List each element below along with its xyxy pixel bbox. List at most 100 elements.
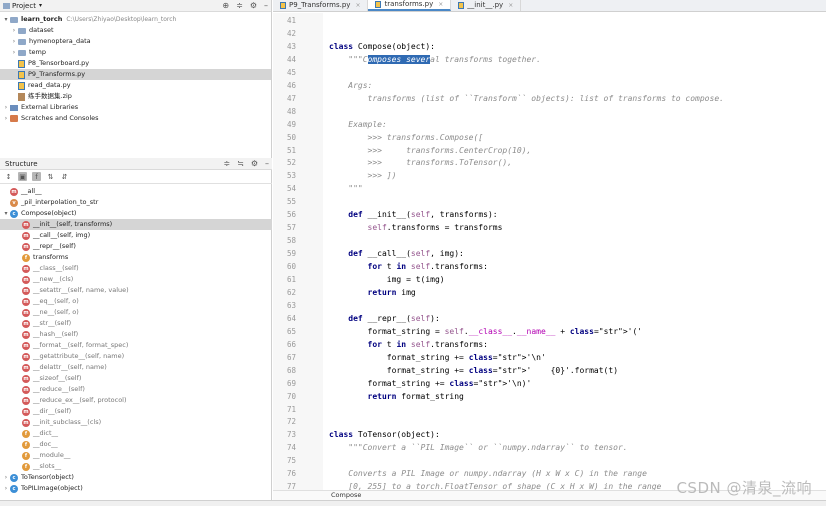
code-area[interactable]: class Compose(object): """Composes sever…	[323, 13, 826, 493]
code-line[interactable]: def __call__(self, img):	[329, 249, 464, 258]
structure-item[interactable]: f __slots__	[0, 461, 272, 472]
code-line[interactable]: def __init__(self, transforms):	[329, 210, 497, 219]
structure-item[interactable]: m __format__(self, format_spec)	[0, 340, 272, 351]
code-line[interactable]: class ToTensor(object):	[329, 430, 440, 439]
editor-tabs: P9_Transforms.py × transforms.py × __init__.…	[273, 0, 826, 12]
gear-icon[interactable]: ⚙	[251, 159, 258, 168]
structure-item[interactable]: m __reduce_ex__(self, protocol)	[0, 395, 272, 406]
chevron-right-icon[interactable]: ›	[2, 102, 10, 113]
code-line[interactable]: transforms (list of ``Transform`` object…	[329, 94, 724, 103]
project-item[interactable]: › dataset	[0, 25, 271, 36]
structure-item[interactable]: m __getattribute__(self, name)	[0, 351, 272, 362]
code-line[interactable]: """	[329, 184, 362, 193]
structure-item[interactable]: m __new__(cls)	[0, 274, 272, 285]
structure-item[interactable]: m __ne__(self, o)	[0, 307, 272, 318]
structure-item[interactable]: m __class__(self)	[0, 263, 272, 274]
code-line[interactable]: class Compose(object):	[329, 42, 435, 51]
structure-item[interactable]: m __setattr__(self, name, value)	[0, 285, 272, 296]
project-panel-title[interactable]: Project	[12, 2, 36, 10]
breadcrumb-item[interactable]: Compose	[331, 491, 361, 499]
gear-icon[interactable]: ⚙	[250, 1, 257, 10]
structure-item[interactable]: f __module__	[0, 450, 272, 461]
structure-item[interactable]: f transforms	[0, 252, 272, 263]
code-line[interactable]: def __repr__(self):	[329, 314, 440, 323]
chevron-down-icon[interactable]: ▾	[39, 2, 42, 9]
code-line[interactable]: >>> transforms.CenterCrop(10),	[329, 146, 532, 155]
collapse-icon[interactable]: ⇵	[60, 172, 69, 181]
structure-item[interactable]: m __sizeof__(self)	[0, 373, 272, 384]
structure-item[interactable]: f __doc__	[0, 439, 272, 450]
code-line[interactable]: img = t(img)	[329, 275, 445, 284]
code-line[interactable]: for t in self.transforms:	[329, 340, 488, 349]
show-fields-icon[interactable]: f	[32, 172, 41, 181]
structure-item[interactable]: › c ToPILImage(object)	[0, 483, 272, 494]
structure-item[interactable]: m __hash__(self)	[0, 329, 272, 340]
structure-item[interactable]: m __all__	[0, 186, 272, 197]
structure-item[interactable]: › c ToTensor(object)	[0, 472, 272, 483]
structure-item[interactable]: m __repr__(self)	[0, 241, 272, 252]
structure-item[interactable]: m __dir__(self)	[0, 406, 272, 417]
project-item[interactable]: P8_Tensorboard.py	[0, 58, 271, 69]
sort-alphabetically-icon[interactable]: ↕	[4, 172, 13, 181]
code-line[interactable]: Converts a PIL Image or numpy.ndarray (H…	[329, 469, 647, 478]
code-line[interactable]: format_string = self.__class__.__name__ …	[329, 327, 643, 336]
structure-item[interactable]: m __reduce__(self)	[0, 384, 272, 395]
code-line[interactable]: self.transforms = transforms	[329, 223, 503, 232]
structure-item[interactable]: m __eq__(self, o)	[0, 296, 272, 307]
code-line[interactable]: >>> ])	[329, 171, 397, 180]
chevron-down-icon[interactable]: ▾	[2, 14, 10, 25]
project-item[interactable]: › temp	[0, 47, 271, 58]
code-line[interactable]: return format_string	[329, 392, 464, 401]
line-number: 41	[287, 16, 297, 25]
code-line[interactable]: >>> transforms.ToTensor(),	[329, 158, 513, 167]
editor-tab[interactable]: P9_Transforms.py ×	[273, 0, 369, 11]
project-root[interactable]: ▾ learn_torch C:\Users\Zhiyao\Desktop\le…	[0, 14, 271, 25]
structure-item[interactable]: v _pil_interpolation_to_str	[0, 197, 272, 208]
scratches-and-consoles[interactable]: › Scratches and Consoles	[0, 113, 271, 124]
chevron-right-icon[interactable]: ›	[2, 472, 10, 483]
field-icon: f	[22, 462, 30, 471]
project-item[interactable]: read_data.py	[0, 80, 271, 91]
project-item[interactable]: 练手数据集.zip	[0, 91, 271, 102]
project-item[interactable]: › hymenoptera_data	[0, 36, 271, 47]
code-line[interactable]: format_string += class="str">'\n)'	[329, 379, 532, 388]
hide-panel-icon[interactable]: –	[265, 159, 269, 168]
code-line[interactable]: format_string += class="str">' {0}'.form…	[329, 366, 618, 375]
chevron-right-icon[interactable]: ›	[10, 36, 18, 47]
structure-item[interactable]: m __init__(self, transforms)	[0, 219, 272, 230]
expand-icon[interactable]: ⇅	[46, 172, 55, 181]
close-icon[interactable]: ×	[438, 1, 443, 8]
code-line[interactable]: """Convert a ``PIL Image`` or ``numpy.nd…	[329, 443, 627, 452]
code-line[interactable]: return img	[329, 288, 416, 297]
show-inherited-icon[interactable]: ▣	[18, 172, 27, 181]
code-line[interactable]: """Composes several transforms together.	[329, 54, 541, 64]
chevron-right-icon[interactable]: ›	[10, 25, 18, 36]
external-libraries[interactable]: › External Libraries	[0, 102, 271, 113]
code-line[interactable]: format_string += class="str">'\n'	[329, 353, 546, 362]
code-line[interactable]: Args:	[329, 81, 372, 90]
structure-item[interactable]: m __delattr__(self, name)	[0, 362, 272, 373]
collapse-all-icon[interactable]: ≒	[237, 159, 244, 168]
editor-tab[interactable]: transforms.py ×	[368, 0, 452, 11]
editor-tab[interactable]: __init__.py ×	[451, 0, 522, 11]
code-line[interactable]: Example:	[329, 120, 387, 129]
close-icon[interactable]: ×	[355, 2, 360, 9]
chevron-right-icon[interactable]: ›	[2, 113, 10, 124]
chevron-right-icon[interactable]: ›	[2, 483, 10, 494]
hide-panel-icon[interactable]: –	[264, 1, 268, 10]
structure-item[interactable]: m __call__(self, img)	[0, 230, 272, 241]
code-line[interactable]: for t in self.transforms:	[329, 262, 488, 271]
locate-icon[interactable]: ⊕	[222, 1, 229, 10]
structure-item[interactable]: ▾ c Compose(object)	[0, 208, 272, 219]
chevron-right-icon[interactable]: ›	[10, 47, 18, 58]
text-selection[interactable]: omposes sever	[367, 54, 431, 64]
chevron-down-icon[interactable]: ▾	[2, 208, 10, 219]
collapse-all-icon[interactable]: ≑	[236, 1, 243, 10]
expand-all-icon[interactable]: ≑	[223, 159, 230, 168]
close-icon[interactable]: ×	[508, 2, 513, 9]
project-item[interactable]: P9_Transforms.py	[0, 69, 271, 80]
structure-item[interactable]: f __dict__	[0, 428, 272, 439]
code-line[interactable]: >>> transforms.Compose([	[329, 133, 484, 142]
structure-item[interactable]: m __str__(self)	[0, 318, 272, 329]
structure-item[interactable]: m __init_subclass__(cls)	[0, 417, 272, 428]
